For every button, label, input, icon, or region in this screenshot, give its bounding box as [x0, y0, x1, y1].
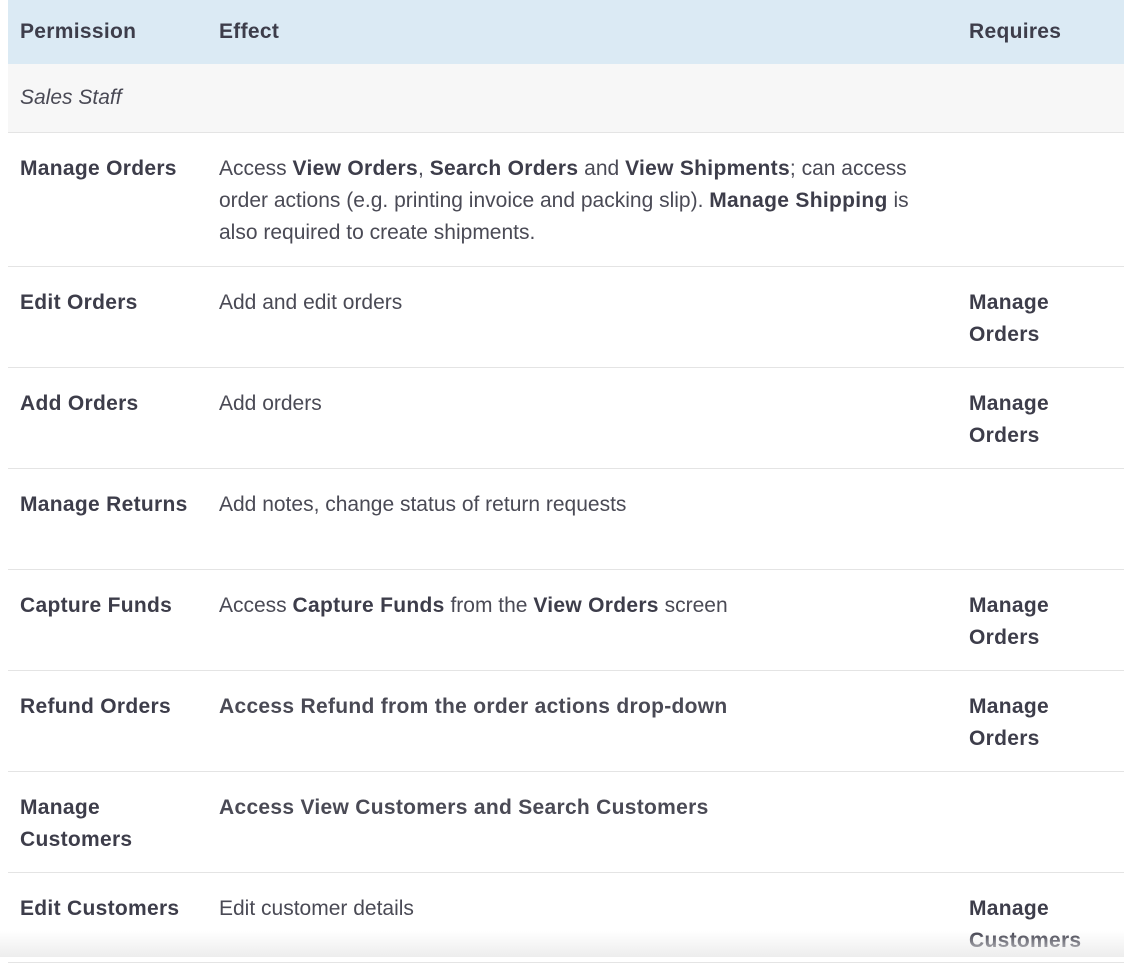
requires-cell: Manage Orders [957, 367, 1124, 469]
header-requires: Requires [969, 20, 1062, 43]
permission-cell: Add Orders [8, 367, 207, 469]
effect-cell: Edit customer details [207, 872, 957, 963]
effect-cell: Access View Customers and Search Custome… [207, 771, 957, 873]
effect-bold-text: View Shipments [625, 157, 790, 180]
header-row: Permission Effect Requires [8, 0, 1124, 64]
effect-bold-text: Capture Funds [292, 594, 445, 617]
table-row: Manage Returns Add notes, change status … [8, 468, 1124, 570]
table-row: Add Orders Add orders Manage Orders [8, 367, 1124, 469]
requires-cell: Manage Orders [957, 266, 1124, 368]
section-row: Sales Staff [8, 64, 1124, 133]
effect-cell: Access Capture Funds from the View Order… [207, 569, 957, 671]
header-effect: Effect [219, 20, 280, 43]
effect-bold-text: Search Orders [429, 157, 579, 180]
effect-text: Access [219, 594, 293, 617]
effect-text: and [578, 157, 626, 180]
effect-bold-text: Manage Shipping [709, 189, 888, 212]
effect-cell: Add notes, change status of return reque… [207, 468, 957, 570]
permission-cell: Manage Returns [8, 468, 207, 570]
permission-cell: Capture Funds [8, 569, 207, 671]
effect-text: from the [444, 594, 534, 617]
permission-cell: Manage Orders [8, 132, 207, 267]
permissions-table: Permission Effect Requires Sales Staff M… [8, 0, 1124, 963]
requires-cell [957, 132, 1124, 267]
permission-cell: Edit Customers [8, 872, 207, 963]
requires-cell [957, 468, 1124, 570]
header-permission: Permission [20, 20, 137, 43]
table-row: Manage Orders Access View Orders, Search… [8, 132, 1124, 267]
effect-cell: Access Refund from the order actions dro… [207, 670, 957, 772]
permission-cell: Refund Orders [8, 670, 207, 772]
permission-cell: Edit Orders [8, 266, 207, 368]
effect-bold-text: View Orders [292, 157, 419, 180]
effect-text: Access [219, 157, 293, 180]
table-row: Edit Orders Add and edit orders Manage O… [8, 266, 1124, 368]
table-row: Refund Orders Access Refund from the ord… [8, 670, 1124, 772]
requires-cell: Manage Customers [957, 872, 1124, 963]
table-row: Edit Customers Edit customer details Man… [8, 872, 1124, 963]
effect-bold-text: View Orders [533, 594, 659, 617]
effect-cell: Access View Orders, Search Orders and Vi… [207, 132, 957, 267]
table-row: Capture Funds Access Capture Funds from … [8, 569, 1124, 671]
effect-cell: Add and edit orders [207, 266, 957, 368]
effect-cell: Add orders [207, 367, 957, 469]
effect-text: , [418, 157, 430, 180]
requires-cell: Manage Orders [957, 569, 1124, 671]
section-label: Sales Staff [8, 64, 1124, 133]
table-row: Manage Customers Access View Customers a… [8, 771, 1124, 873]
requires-cell [957, 771, 1124, 873]
table-body: Sales Staff Manage Orders Access View Or… [8, 64, 1124, 963]
effect-text: screen [658, 594, 728, 617]
permission-cell: Manage Customers [8, 771, 207, 873]
requires-cell: Manage Orders [957, 670, 1124, 772]
permissions-table-wrapper: Permission Effect Requires Sales Staff M… [8, 0, 1124, 963]
table-header: Permission Effect Requires [8, 0, 1124, 64]
